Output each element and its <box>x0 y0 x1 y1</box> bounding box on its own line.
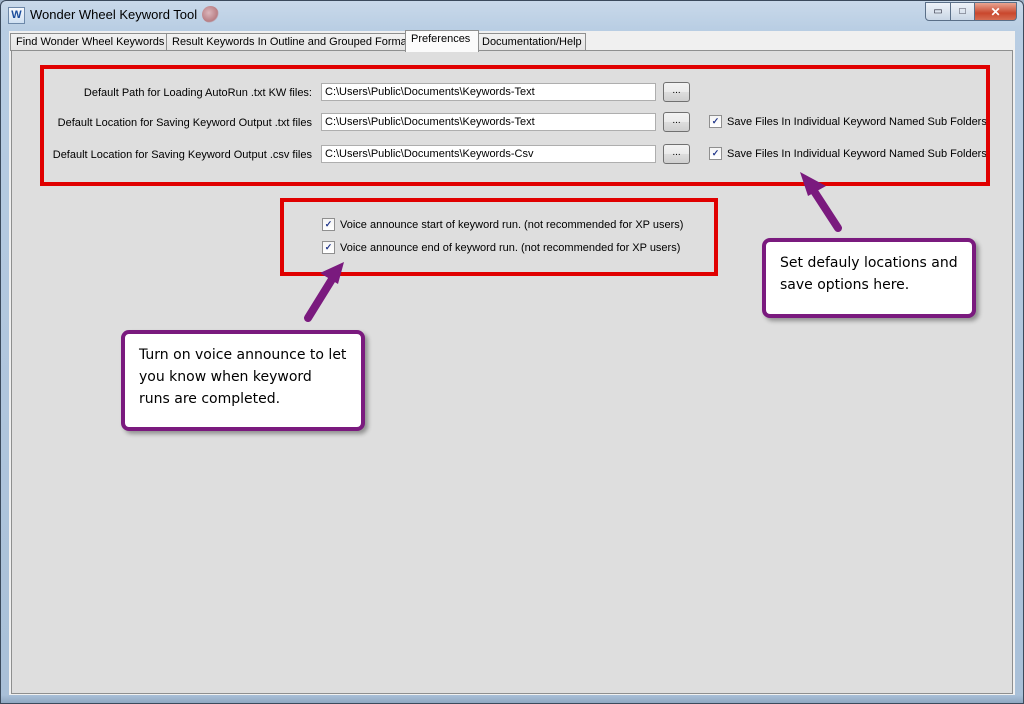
callout-locations-text: Set defauly locations and save options h… <box>780 255 958 293</box>
callout-locations: Set defauly locations and save options h… <box>762 238 976 318</box>
arrow-to-locations <box>808 184 842 232</box>
arrow-to-voice <box>304 272 338 322</box>
arrowhead-locations-icon <box>800 172 826 196</box>
tab-preferences[interactable]: Preferences <box>405 30 479 52</box>
callout-voice: Turn on voice announce to let you know w… <box>121 330 365 431</box>
callout-voice-text: Turn on voice announce to let you know w… <box>139 347 347 407</box>
